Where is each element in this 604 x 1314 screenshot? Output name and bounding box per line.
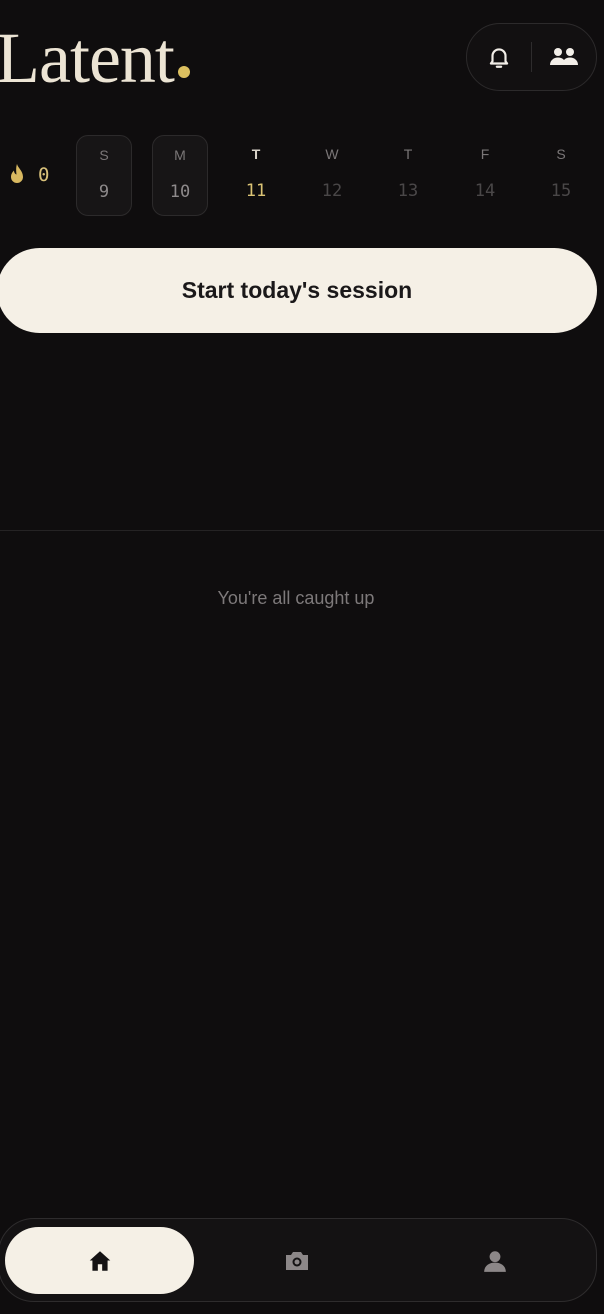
day-wednesday-12[interactable]: W 12 <box>304 135 360 216</box>
header-actions <box>466 23 597 91</box>
day-number: 10 <box>169 182 191 202</box>
day-number: 11 <box>245 181 267 201</box>
profile-icon <box>484 1250 506 1272</box>
app-logo: Latent <box>0 18 190 98</box>
bell-icon <box>489 48 509 68</box>
day-letter: S <box>556 146 566 162</box>
notifications-button[interactable] <box>467 24 531 90</box>
day-tuesday-11[interactable]: T 11 <box>228 135 284 216</box>
day-sunday-9[interactable]: S 9 <box>76 135 132 216</box>
empty-feed-message: You're all caught up <box>217 588 375 608</box>
day-number: 14 <box>474 181 496 201</box>
day-letter: M <box>174 147 186 163</box>
streak-counter: 0 <box>6 160 49 190</box>
day-number: 9 <box>98 182 110 202</box>
home-screen: Latent 0 S 9 M 10 T 11 W 12 T 13 F 14 S … <box>0 0 604 1314</box>
logo-dot <box>177 66 190 78</box>
day-letter: T <box>403 146 413 162</box>
day-letter: W <box>325 146 339 162</box>
day-number: 12 <box>321 181 343 201</box>
day-number: 15 <box>550 181 572 201</box>
day-saturday-15[interactable]: S 15 <box>533 135 589 216</box>
day-thursday-13[interactable]: T 13 <box>380 135 436 216</box>
flame-icon <box>11 164 23 183</box>
day-letter: F <box>480 146 490 162</box>
nav-home[interactable] <box>5 1227 194 1294</box>
logo-text: Latent <box>0 18 175 98</box>
nav-profile[interactable] <box>399 1227 591 1294</box>
day-friday-14[interactable]: F 14 <box>457 135 513 216</box>
camera-icon <box>286 1251 308 1270</box>
people-icon <box>549 48 578 65</box>
streak-count: 0 <box>38 164 50 186</box>
nav-camera[interactable] <box>201 1227 393 1294</box>
start-session-button[interactable]: Start today's session <box>0 248 597 333</box>
friends-button[interactable] <box>532 24 596 90</box>
day-number: 13 <box>397 181 419 201</box>
day-letter: T <box>251 146 261 162</box>
day-letter: S <box>99 147 109 163</box>
bottom-nav <box>0 1218 597 1302</box>
home-icon <box>89 1250 110 1271</box>
day-monday-10[interactable]: M 10 <box>152 135 208 216</box>
feed-divider <box>0 530 604 531</box>
